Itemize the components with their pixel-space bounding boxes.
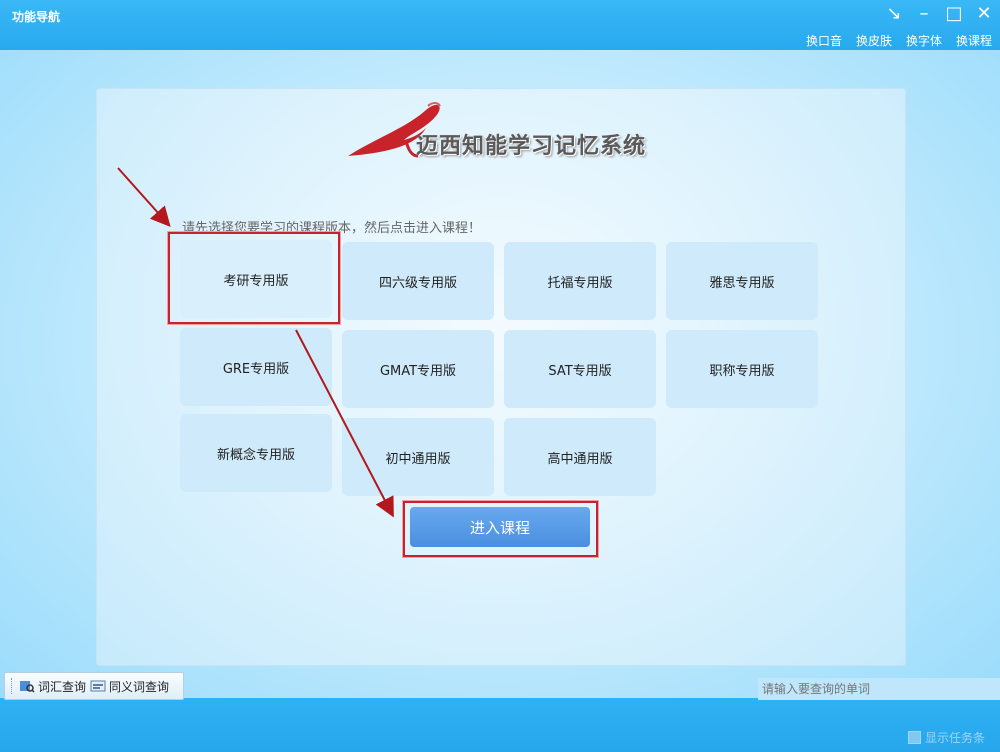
course-gmat[interactable]: GMAT专用版: [342, 330, 494, 408]
vocab-lookup-button[interactable]: 词汇查询: [19, 678, 86, 695]
menu-change-accent[interactable]: 换口音: [806, 32, 842, 49]
title-bar: 功能导航 ↘ – □ ✕ 换口音 换皮肤 换字体 换课程: [0, 0, 1000, 50]
vocab-lookup-label: 词汇查询: [38, 679, 87, 694]
restore-arrow-icon[interactable]: ↘: [884, 4, 904, 24]
bottom-bar: [0, 698, 1000, 752]
course-gre[interactable]: GRE专用版: [180, 328, 332, 406]
menu-change-skin[interactable]: 换皮肤: [856, 32, 892, 49]
course-cet46[interactable]: 四六级专用版: [342, 242, 494, 320]
minimize-icon[interactable]: –: [914, 4, 934, 24]
window-title: 功能导航: [12, 10, 61, 24]
enter-button-highlight: [403, 501, 598, 557]
course-ielts[interactable]: 雅思专用版: [666, 242, 818, 320]
course-junior-high[interactable]: 初中通用版: [342, 418, 494, 496]
top-menu: 换口音 换皮肤 换字体 换课程: [806, 32, 992, 49]
selected-course-highlight: [168, 232, 340, 324]
word-search-input[interactable]: [758, 678, 1000, 700]
maximize-icon[interactable]: □: [944, 4, 964, 24]
course-toefl[interactable]: 托福专用版: [504, 242, 656, 320]
dictionary-icon: [20, 681, 35, 693]
course-senior-high[interactable]: 高中通用版: [504, 418, 656, 496]
window-controls: ↘ – □ ✕: [884, 4, 994, 24]
synonym-lookup-label: 同义词查询: [109, 679, 170, 694]
synonym-lookup-button[interactable]: 同义词查询: [90, 678, 169, 695]
course-sat[interactable]: SAT专用版: [504, 330, 656, 408]
logo-text: 迈西知能学习记忆系统: [416, 133, 647, 159]
close-icon[interactable]: ✕: [974, 4, 994, 24]
course-professional-title[interactable]: 职称专用版: [666, 330, 818, 408]
course-new-concept[interactable]: 新概念专用版: [180, 414, 332, 492]
menu-change-font[interactable]: 换字体: [906, 32, 942, 49]
menu-change-course[interactable]: 换课程: [956, 32, 992, 49]
synonym-icon: [90, 680, 106, 692]
toolbar-grip-icon[interactable]: [11, 678, 15, 694]
app-logo: 迈西知能学习记忆系统: [346, 98, 646, 168]
lookup-toolbar: 词汇查询 同义词查询: [4, 672, 184, 700]
taskbar-toggle-label: 显示任务条: [925, 731, 986, 745]
show-taskbar-toggle[interactable]: 显示任务条: [908, 729, 985, 746]
taskbar-checkbox[interactable]: [908, 731, 921, 744]
